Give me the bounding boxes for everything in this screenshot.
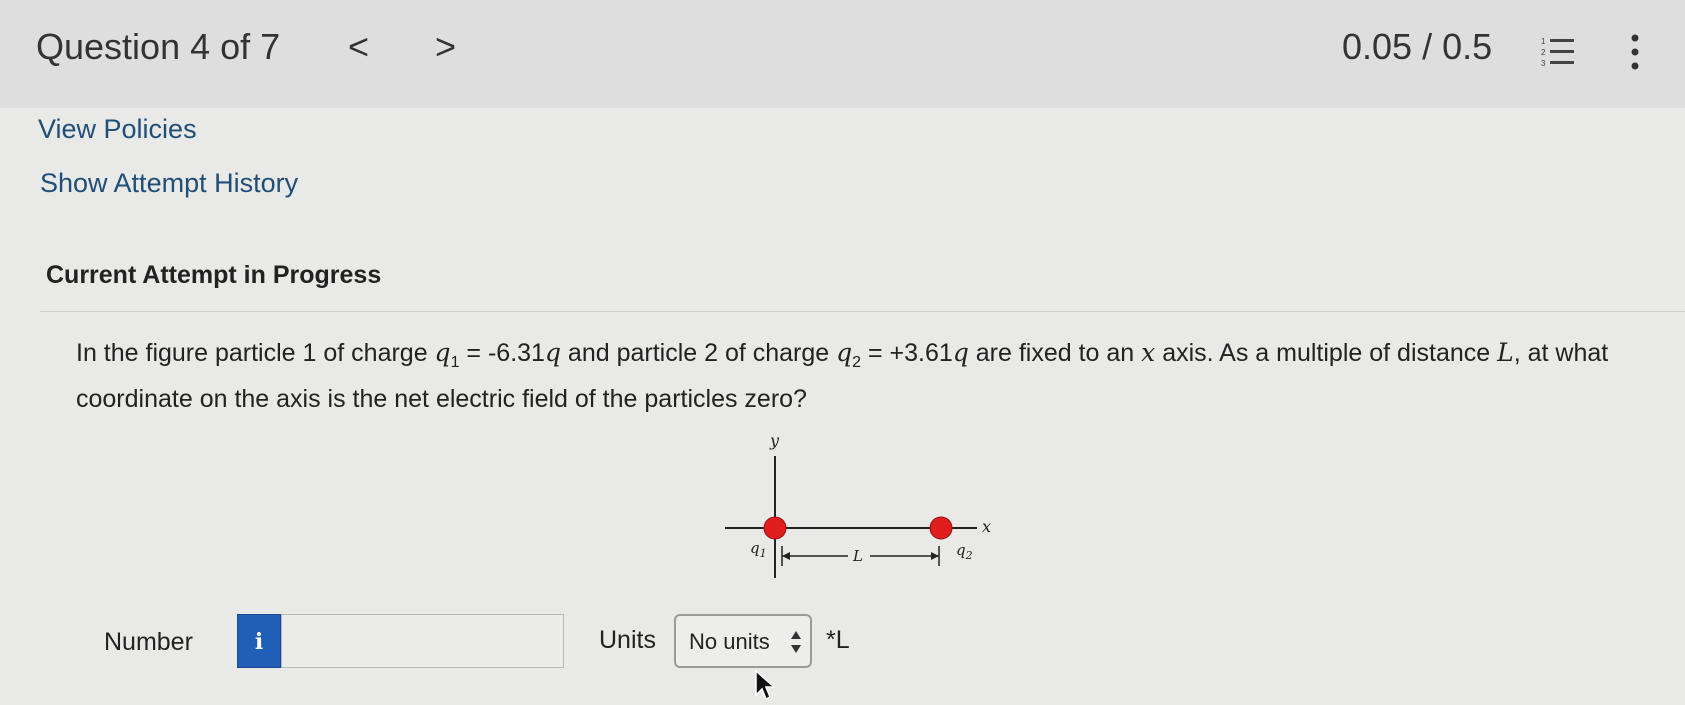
numbered-list-icon[interactable]: 1 2 3 (1540, 34, 1576, 70)
info-button[interactable]: i (237, 614, 281, 668)
q2-label: q2 (956, 541, 973, 562)
y-axis-label: y (769, 431, 780, 450)
next-question-button[interactable]: > (435, 26, 456, 68)
units-label: Units (599, 626, 656, 654)
view-policies-link[interactable]: View Policies (38, 114, 197, 145)
q1-label: q1 (750, 539, 767, 560)
select-arrows-icon (791, 631, 801, 653)
svg-text:1: 1 (1541, 37, 1546, 46)
particle-2 (929, 516, 953, 540)
dimension-arrow-right (931, 552, 939, 560)
charges-figure: y x q1 q2 L (725, 431, 991, 578)
section-heading: Current Attempt in Progress (46, 261, 382, 289)
score-display: 0.05 / 0.5 (1342, 26, 1493, 67)
mouse-cursor-icon (755, 669, 776, 701)
particle-1 (763, 516, 787, 540)
units-selected-value: No units (689, 629, 770, 654)
show-attempt-history-link[interactable]: Show Attempt History (40, 168, 298, 199)
svg-text:3: 3 (1541, 59, 1546, 68)
more-vert-icon[interactable] (1628, 32, 1642, 72)
previous-question-button[interactable]: < (348, 26, 369, 68)
question-text: In the figure particle 1 of charge q1 = … (76, 338, 1609, 413)
x-axis-label: x (982, 517, 991, 536)
number-input[interactable] (281, 614, 564, 668)
units-suffix: *L (826, 626, 850, 654)
svg-text:2: 2 (1541, 48, 1546, 57)
units-select[interactable]: No units (674, 614, 812, 668)
distance-label: L (852, 547, 863, 565)
header-bar: Question 4 of 7 < > 0.05 / 0.5 1 2 3 (0, 0, 1685, 108)
number-label: Number (104, 628, 193, 656)
section-divider (40, 311, 1685, 312)
question-title: Question 4 of 7 (36, 26, 281, 67)
dimension-arrow-left (782, 552, 790, 560)
